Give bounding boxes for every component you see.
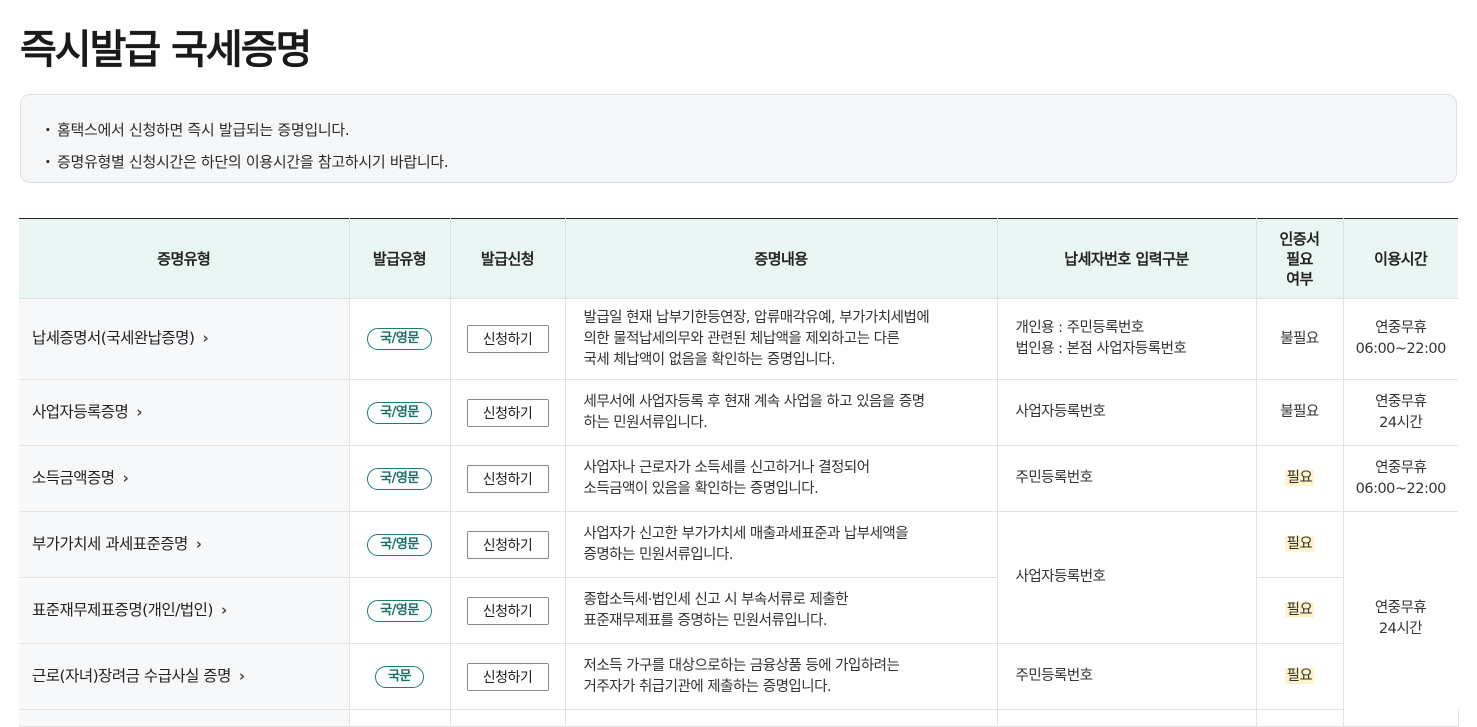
page-title: 즉시발급 국세증명 bbox=[20, 27, 312, 73]
cert-link-business-registration[interactable]: 사업자등록증명 › bbox=[20, 402, 142, 423]
table-row: 부가가치세 과세표준증명 › 국/영문 신청하기 사업자가 신고한 부가가치세 매… bbox=[19, 511, 1458, 727]
cert-description: 사업자가 신고한 부가가치세 매출과세표준과 납부세액을 증명하는 민원서류입니… bbox=[564, 511, 998, 578]
taxpayer-number-type: 주민등록번호 bbox=[996, 643, 1257, 710]
cert-description: 세무서에 사업자등록 후 현재 계속 사업을 하고 있음을 증명 하는 민원서류… bbox=[564, 379, 998, 446]
table-header-row: 증명유형 발급유형 발급신청 증명내용 납세자번호 입력구분 인증서 필요 여부… bbox=[19, 218, 1458, 299]
header-apply: 발급신청 bbox=[449, 218, 566, 299]
certificate-table: 증명유형 발급유형 발급신청 증명내용 납세자번호 입력구분 인증서 필요 여부… bbox=[19, 218, 1458, 727]
apply-button[interactable]: 신청하기 bbox=[466, 325, 549, 353]
chevron-right-icon: › bbox=[122, 468, 129, 487]
cert-link-financial-statement[interactable]: 표준재무제표증명(개인/법인) › bbox=[20, 600, 227, 621]
header-input: 납세자번호 입력구분 bbox=[996, 218, 1257, 299]
cert-required: 불필요 bbox=[1255, 379, 1344, 446]
table-row: 소득금액증명 › 국/영문 신청하기 사업자나 근로자가 소득세를 신고하거나 결… bbox=[19, 445, 1458, 512]
header-content: 증명내용 bbox=[564, 218, 998, 299]
chevron-right-icon: › bbox=[220, 600, 227, 619]
taxpayer-number-type: 사업자등록번호 bbox=[996, 379, 1257, 446]
notice-box: 홈택스에서 신청하면 즉시 발급되는 증명입니다. 증명유형별 신청시간은 하단… bbox=[20, 94, 1457, 183]
cert-link-tax-payment[interactable]: 납세증명서(국세완납증명) › bbox=[20, 328, 209, 349]
cert-required: 불필요 bbox=[1255, 298, 1344, 380]
cert-description: 사업자나 근로자가 소득세를 신고하거나 결정되어 소득금액이 있음을 확인하는… bbox=[564, 445, 998, 512]
apply-button[interactable]: 신청하기 bbox=[466, 530, 549, 559]
table-row: 근로(자녀)장려금 수급사실 증명 › 국문 신청하기 저소득 가구를 대상으로하… bbox=[19, 643, 1458, 710]
service-hours: 연중무휴 06:00~22:00 bbox=[1342, 445, 1458, 512]
chevron-right-icon: › bbox=[195, 534, 202, 553]
chevron-right-icon: › bbox=[136, 402, 143, 421]
notice-item: 증명유형별 신청시간은 하단의 이용시간을 참고하시기 바랍니다. bbox=[45, 146, 1456, 178]
cert-link-vat-tax-base[interactable]: 부가가치세 과세표준증명 › bbox=[20, 534, 202, 555]
language-badge: 국/영문 bbox=[367, 533, 432, 556]
taxpayer-number-type: 주민등록번호 bbox=[996, 445, 1257, 512]
apply-button[interactable]: 신청하기 bbox=[466, 398, 549, 427]
table-row bbox=[19, 709, 1458, 727]
apply-button[interactable]: 신청하기 bbox=[466, 464, 549, 493]
cert-required: 필요 bbox=[1255, 445, 1344, 512]
notice-item: 홈택스에서 신청하면 즉시 발급되는 증명입니다. bbox=[45, 114, 1456, 146]
taxpayer-number-type: 개인용 : 주민등록번호 법인용 : 본점 사업자등록번호 bbox=[996, 298, 1257, 380]
cert-link-incentive-receipt[interactable]: 근로(자녀)장려금 수급사실 증명 › bbox=[20, 666, 245, 687]
language-badge: 국문 bbox=[375, 665, 424, 688]
header-hours: 이용시간 bbox=[1342, 218, 1458, 299]
cert-description: 저소득 가구를 대상으로하는 금융상품 등에 가입하려는 거주자가 취급기관에 … bbox=[564, 643, 998, 710]
cert-required: 필요 bbox=[1255, 643, 1343, 710]
cert-link-income-amount[interactable]: 소득금액증명 › bbox=[20, 468, 129, 489]
language-badge: 국/영문 bbox=[367, 328, 432, 350]
header-cert-required: 인증서 필요 여부 bbox=[1255, 218, 1344, 299]
apply-button[interactable]: 신청하기 bbox=[466, 596, 549, 625]
apply-button[interactable]: 신청하기 bbox=[466, 662, 549, 691]
table-row: 사업자등록증명 › 국/영문 신청하기 세무서에 사업자등록 후 현재 계속 사업… bbox=[19, 379, 1458, 446]
cert-description: 종합소득세·법인세 신고 시 부속서류로 제출한 표준재무제표를 증명하는 민원… bbox=[564, 577, 998, 644]
taxpayer-number-type: 사업자등록번호 bbox=[996, 511, 1257, 644]
header-issue-type: 발급유형 bbox=[348, 218, 451, 299]
header-type: 증명유형 bbox=[19, 218, 350, 299]
cert-description: 발급일 현재 납부기한등연장, 압류매각유예, 부가가치세법에 의한 물적납세의… bbox=[564, 298, 998, 380]
table-row: 납세증명서(국세완납증명) › 국/영문 신청하기 발급일 현재 납부기한등연장,… bbox=[19, 298, 1458, 380]
language-badge: 국/영문 bbox=[367, 599, 432, 622]
language-badge: 국/영문 bbox=[367, 401, 432, 424]
service-hours: 연중무휴 24시간 bbox=[1342, 379, 1458, 446]
service-hours: 연중무휴 06:00~22:00 bbox=[1342, 298, 1458, 380]
chevron-right-icon: › bbox=[202, 329, 209, 347]
cert-required: 필요 bbox=[1255, 511, 1344, 578]
language-badge: 국/영문 bbox=[367, 467, 432, 490]
chevron-right-icon: › bbox=[238, 666, 245, 685]
cert-required: 필요 bbox=[1255, 577, 1343, 644]
service-hours: 연중무휴 24시간 bbox=[1342, 511, 1458, 727]
